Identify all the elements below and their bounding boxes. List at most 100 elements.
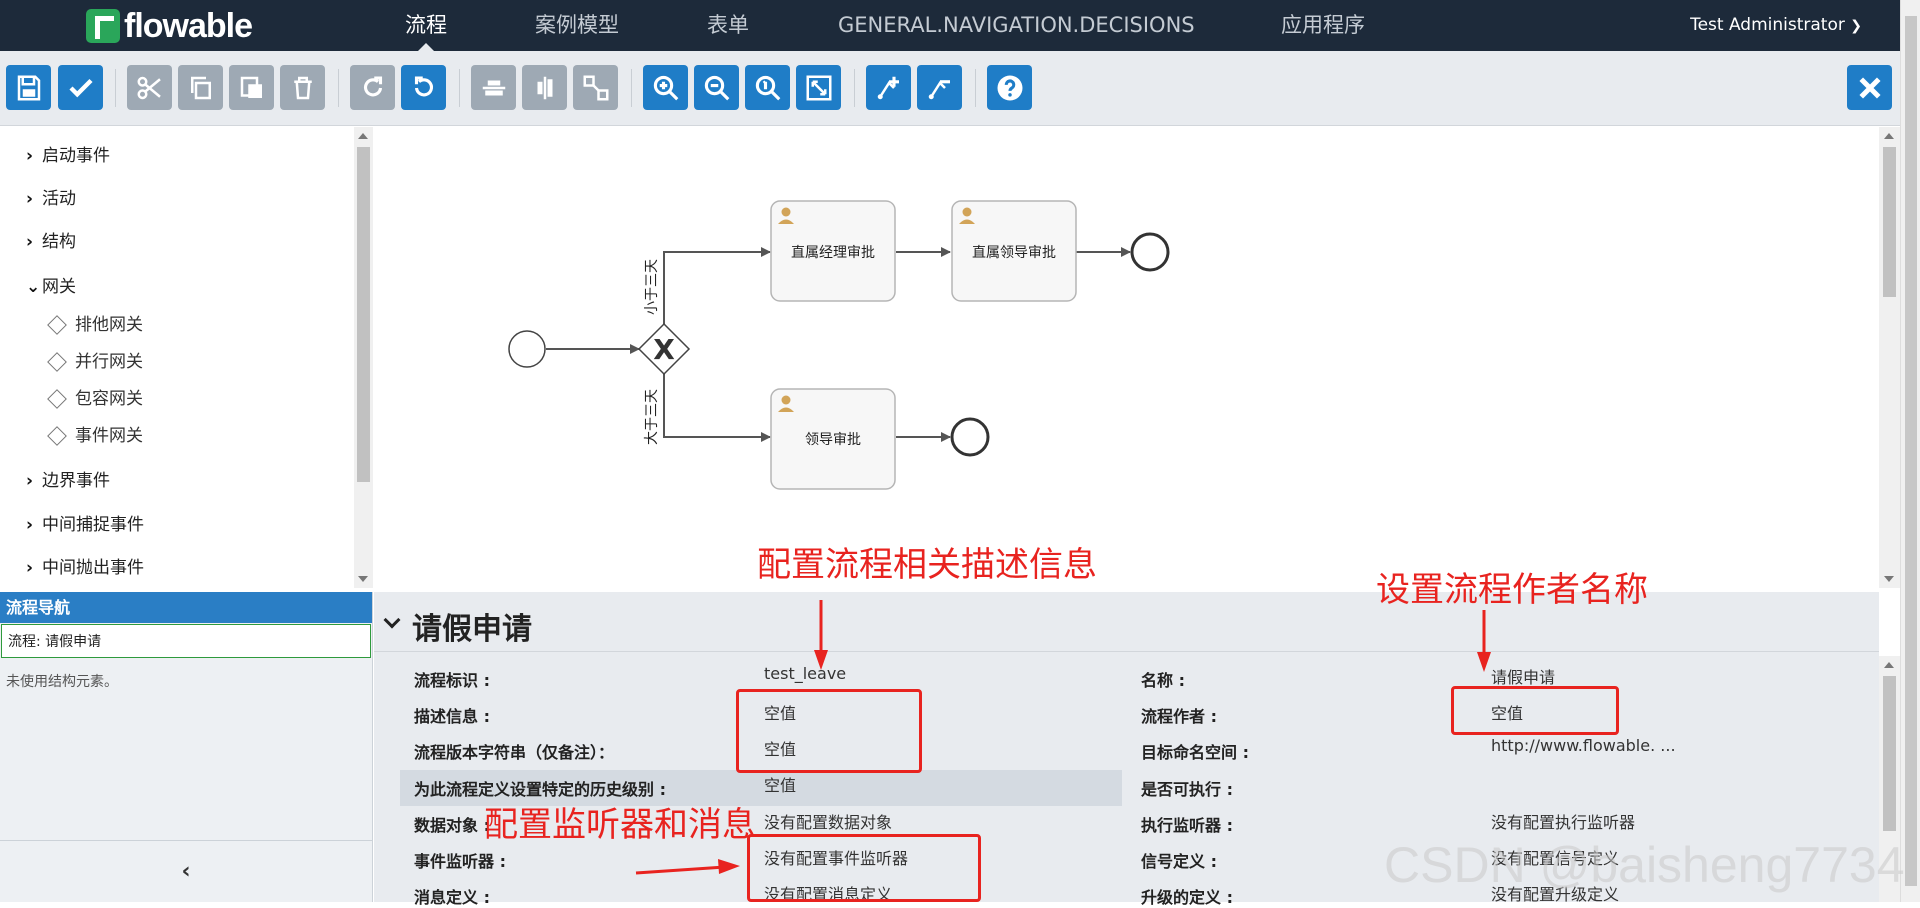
zoom-in-button[interactable] bbox=[643, 65, 688, 110]
copy-icon bbox=[190, 76, 211, 99]
palette-group-activities[interactable]: › 活动 bbox=[26, 186, 76, 212]
palette-group-start-events[interactable]: › 启动事件 bbox=[26, 143, 110, 169]
palette-parallel-gateway[interactable]: 并行网关 bbox=[47, 349, 143, 375]
prop-label-executable: 是否可执行 : bbox=[1141, 780, 1233, 799]
editor-toolbar bbox=[0, 51, 1900, 126]
prop-label-escalation-definitions: 升级的定义 : bbox=[1141, 888, 1233, 907]
nav-forms[interactable]: 表单 bbox=[707, 0, 749, 51]
nav-case-model[interactable]: 案例模型 bbox=[535, 0, 619, 51]
user-name: Test Administrator bbox=[1690, 15, 1845, 35]
user-task-leader[interactable]: 直属领导审批 bbox=[951, 200, 1077, 302]
paste-icon bbox=[240, 76, 262, 98]
nav-process[interactable]: 流程 bbox=[405, 0, 447, 51]
chevron-right-icon: › bbox=[26, 515, 34, 535]
remove-bendpoint-button[interactable] bbox=[917, 65, 962, 110]
zoom-in-icon bbox=[653, 75, 678, 100]
palette-inclusive-gateway[interactable]: 包容网关 bbox=[47, 386, 143, 412]
chevron-right-icon: › bbox=[26, 558, 34, 578]
prop-value-process-id[interactable]: test_leave bbox=[764, 664, 846, 683]
user-menu[interactable]: Test Administrator ❯ bbox=[1690, 0, 1862, 51]
align-vertical-button[interactable] bbox=[522, 65, 567, 110]
properties-header[interactable]: 请假申请 bbox=[374, 592, 1879, 652]
palette-event-gateway[interactable]: 事件网关 bbox=[47, 423, 143, 449]
sequence-flow-long[interactable] bbox=[663, 374, 771, 442]
align-vertical-icon bbox=[537, 76, 552, 99]
prop-label-name: 名称 : bbox=[1141, 671, 1185, 690]
nav-decisions[interactable]: GENERAL.NAVIGATION.DECISIONS bbox=[838, 0, 1195, 51]
end-event[interactable] bbox=[950, 417, 990, 457]
help-button[interactable] bbox=[987, 65, 1032, 110]
validate-button[interactable] bbox=[58, 65, 103, 110]
align-horizontal-icon bbox=[482, 80, 505, 95]
flowable-logo-icon bbox=[86, 9, 120, 43]
checkmark-icon bbox=[68, 78, 93, 97]
sequence-flow-short[interactable] bbox=[663, 247, 771, 324]
palette-group-structural[interactable]: › 结构 bbox=[26, 229, 76, 255]
user-task-director[interactable]: 领导审批 bbox=[770, 388, 896, 490]
add-bendpoint-icon bbox=[877, 76, 899, 99]
bpmn-diagram: X 小于三天 大于三天 直属经理审批 直属领导审批 领导审批 bbox=[508, 200, 1170, 490]
chevron-down-icon: ❯ bbox=[1850, 18, 1862, 34]
navigator-title: 流程导航 bbox=[0, 592, 372, 623]
highlight-box-author bbox=[1451, 686, 1619, 735]
prop-value-history-level[interactable]: 空值 bbox=[764, 772, 796, 796]
prop-label-execution-listeners: 执行监听器 : bbox=[1141, 816, 1233, 835]
end-event[interactable] bbox=[1130, 232, 1170, 272]
undo-icon bbox=[414, 75, 433, 96]
svg-text:领导审批: 领导审批 bbox=[805, 432, 861, 448]
palette-group-gateways[interactable]: ⌄ 网关 bbox=[26, 274, 76, 300]
palette-scrollbar[interactable] bbox=[354, 127, 373, 588]
properties-title: 请假申请 bbox=[412, 612, 532, 647]
zoom-actual-icon bbox=[755, 75, 780, 100]
add-bendpoint-button[interactable] bbox=[866, 65, 911, 110]
flow-label-short: 小于三天 bbox=[644, 259, 660, 315]
delete-button[interactable] bbox=[280, 65, 325, 110]
chevron-left-icon: ‹ bbox=[181, 859, 191, 884]
zoom-fit-icon bbox=[806, 75, 831, 100]
prop-value-namespace[interactable]: http://www.flowable. ... bbox=[1491, 736, 1676, 755]
diagram-canvas[interactable]: X 小于三天 大于三天 直属经理审批 直属领导审批 领导审批 bbox=[374, 127, 1879, 588]
palette-group-throwing-events[interactable]: › 中间抛出事件 bbox=[26, 555, 144, 581]
start-event[interactable] bbox=[508, 330, 546, 368]
palette-group-catching-events[interactable]: › 中间捕捉事件 bbox=[26, 512, 144, 538]
zoom-out-button[interactable] bbox=[694, 65, 739, 110]
paste-button[interactable] bbox=[229, 65, 274, 110]
trash-icon bbox=[293, 76, 312, 99]
palette-exclusive-gateway[interactable]: 排他网关 bbox=[47, 312, 143, 338]
same-size-button[interactable] bbox=[573, 65, 618, 110]
redo-button[interactable] bbox=[350, 65, 395, 110]
copy-button[interactable] bbox=[178, 65, 223, 110]
exclusive-gateway[interactable]: X bbox=[637, 322, 691, 376]
flowable-logo[interactable]: flowable bbox=[86, 7, 253, 45]
zoom-actual-button[interactable] bbox=[745, 65, 790, 110]
prop-label-version: 流程版本字符串（仅备注）： bbox=[414, 743, 615, 762]
prop-value-execution-listeners[interactable]: 没有配置执行监听器 bbox=[1491, 809, 1635, 833]
page-scrollbar[interactable] bbox=[1900, 0, 1920, 902]
save-button[interactable] bbox=[6, 65, 51, 110]
canvas-scrollbar[interactable] bbox=[1879, 127, 1900, 588]
remove-bendpoint-icon bbox=[928, 79, 950, 99]
svg-text:直属领导审批: 直属领导审批 bbox=[972, 244, 1056, 261]
align-horizontal-button[interactable] bbox=[471, 65, 516, 110]
highlight-box-listeners bbox=[747, 834, 981, 902]
collapse-panel-button[interactable]: ‹ bbox=[0, 840, 372, 902]
zoom-fit-button[interactable] bbox=[796, 65, 841, 110]
prop-value-data-objects[interactable]: 没有配置数据对象 bbox=[764, 809, 892, 833]
top-navigation: flowable 流程 案例模型 表单 GENERAL.NAVIGATION.D… bbox=[0, 0, 1900, 51]
close-editor-button[interactable] bbox=[1847, 65, 1892, 110]
parallel-gateway-icon bbox=[47, 352, 67, 372]
prop-label-message-definitions: 消息定义 : bbox=[414, 888, 490, 907]
process-navigator: 流程导航 流程: 请假申请 未使用结构元素。 ‹ bbox=[0, 592, 373, 902]
navigator-process-item[interactable]: 流程: 请假申请 bbox=[1, 624, 371, 658]
prop-label-data-objects: 数据对象 : bbox=[414, 816, 490, 835]
user-task-manager[interactable]: 直属经理审批 bbox=[770, 200, 896, 302]
event-gateway-icon bbox=[47, 426, 67, 446]
cut-button[interactable] bbox=[127, 65, 172, 110]
palette-group-boundary-events[interactable]: › 边界事件 bbox=[26, 468, 110, 494]
undo-button[interactable] bbox=[401, 65, 446, 110]
prop-value-name[interactable]: 请假申请 bbox=[1491, 664, 1555, 688]
nav-apps[interactable]: 应用程序 bbox=[1281, 0, 1365, 51]
chevron-down-icon bbox=[383, 611, 401, 629]
scissors-icon bbox=[137, 76, 161, 99]
prop-label-namespace: 目标命名空间 : bbox=[1141, 743, 1249, 762]
